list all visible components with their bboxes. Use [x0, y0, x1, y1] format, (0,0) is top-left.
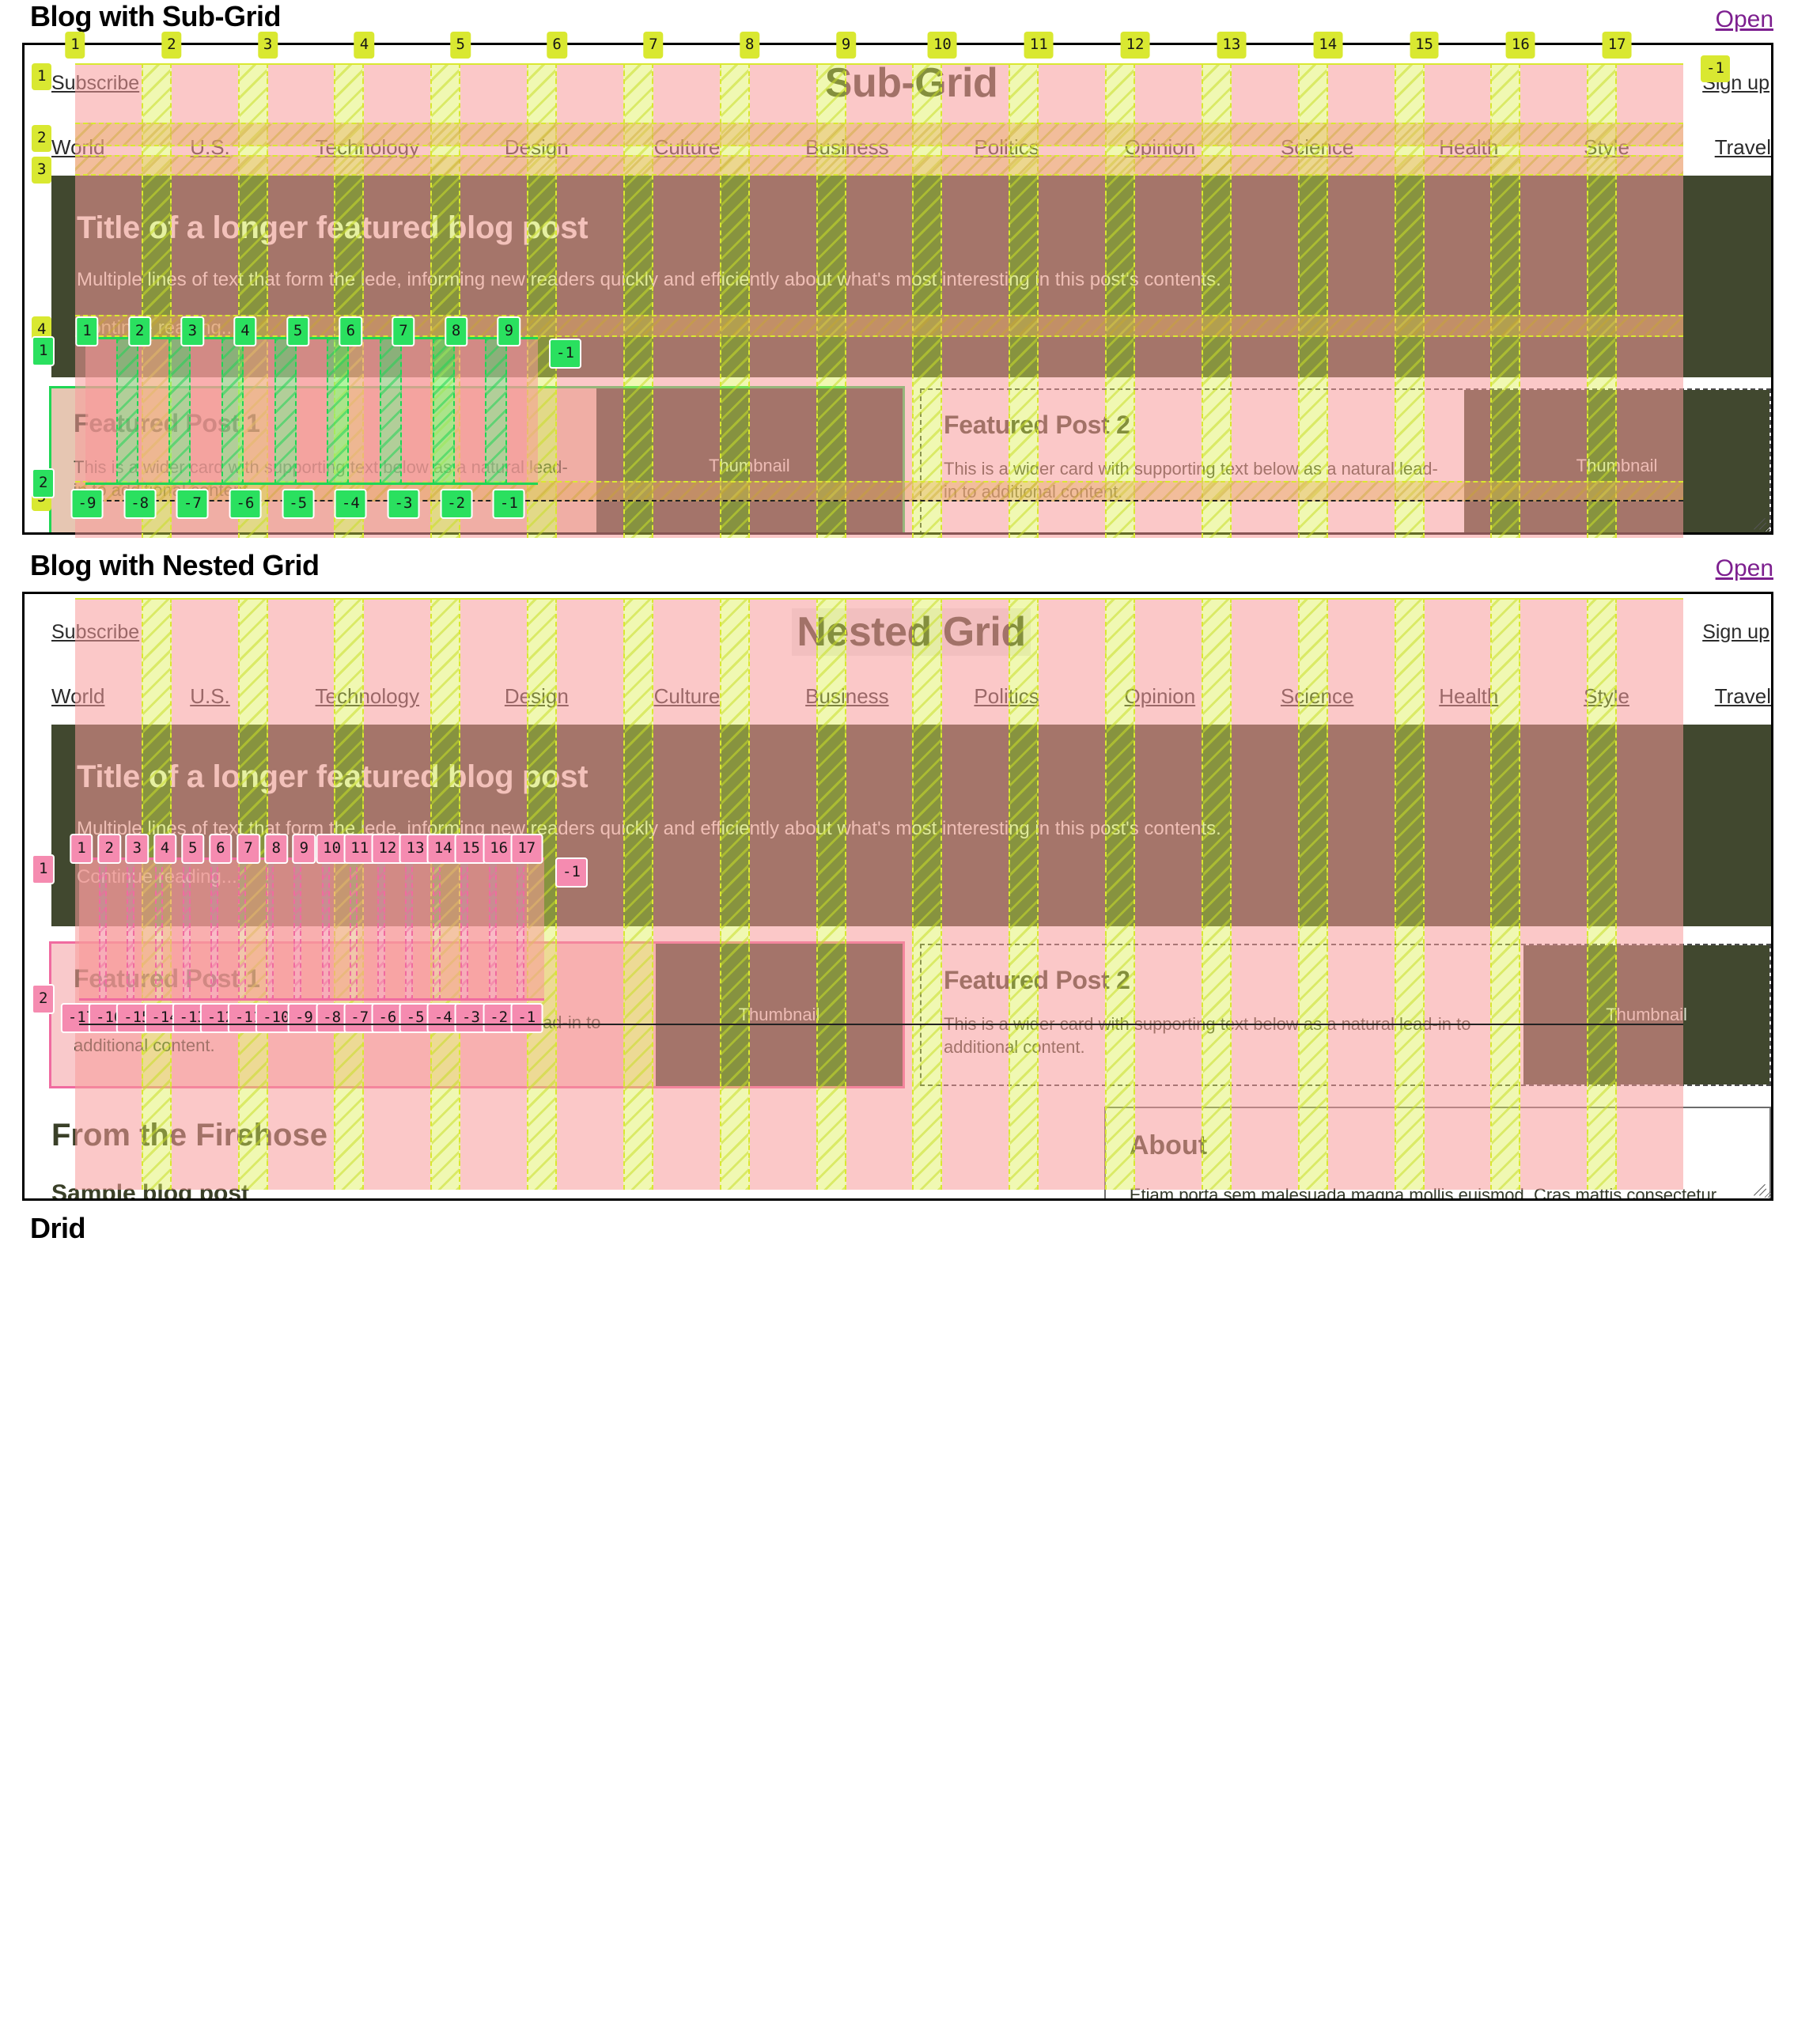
hero-lede-nested: Multiple lines of text that form the led… [77, 818, 1221, 839]
featured-card-1-nested-body: Featured Post 1 This is a wider card wit… [51, 944, 656, 1086]
featured-card-2-text: This is a wider card with supporting tex… [944, 459, 1438, 502]
hero-lede: Multiple lines of text that form the led… [77, 269, 1221, 290]
nav-item-health-nested[interactable]: Health [1439, 684, 1498, 709]
nav-item-politics[interactable]: Politics [974, 135, 1039, 160]
featured-cards: Featured Post 1 This is a wider card wit… [49, 386, 1771, 532]
masthead-nested-left: Subscribe [51, 621, 792, 644]
nav-item-style-nested[interactable]: Style [1584, 684, 1629, 709]
masthead-nested-right: Sign up [1031, 621, 1771, 644]
featured-card-1-nested-text: This is a wider card with supporting tex… [74, 1013, 601, 1056]
featured-card-1-thumbnail: Thumbnail [596, 388, 903, 532]
nav-item-science-nested[interactable]: Science [1281, 684, 1354, 709]
hero-title-nested: Title of a longer featured blog post [77, 759, 589, 794]
nav-item-politics-nested[interactable]: Politics [974, 684, 1039, 709]
open-link-subgrid[interactable]: Open [1716, 6, 1773, 33]
featured-hero: Title of a longer featured blog post Mul… [51, 176, 1771, 377]
blog-title: Sub-Grid [824, 60, 998, 106]
preview-frame-nested[interactable]: Subscribe Nested Grid Sign up World U.S.… [22, 592, 1773, 1201]
nav-item-world[interactable]: World [51, 135, 104, 160]
about-aside-nested: About Etiam porta sem malesuada magna mo… [1103, 1107, 1771, 1201]
featured-card-2-nested-text: This is a wider card with supporting tex… [944, 1014, 1471, 1058]
featured-card-2-title: Featured Post 2 [944, 411, 1130, 439]
featured-card-2-body: Featured Post 2 This is a wider card wit… [922, 390, 1464, 532]
open-link-nested[interactable]: Open [1716, 555, 1773, 582]
section-nested-head: Blog with Nested Grid Open [0, 549, 1794, 582]
hero-continue-reading[interactable]: Continue reading... [77, 317, 1746, 339]
subscribe-link-nested[interactable]: Subscribe [51, 621, 139, 643]
nav-item-culture-nested[interactable]: Culture [654, 684, 721, 709]
hero-continue-reading-nested[interactable]: Continue reading... [77, 866, 1746, 888]
nav-item-style[interactable]: Style [1584, 135, 1629, 160]
page-title-nested: Blog with Nested Grid [30, 549, 320, 581]
nav-item-opinion-nested[interactable]: Opinion [1125, 684, 1196, 709]
featured-card-2-nested-thumbnail: Thumbnail [1523, 945, 1769, 1084]
featured-card-2-thumbnail: Thumbnail [1464, 390, 1769, 532]
category-nav-nested: World U.S. Technology Design Culture Bus… [51, 667, 1771, 725]
section-nested: Blog with Nested Grid Open Subscribe Nes… [0, 549, 1794, 1201]
featured-card-2[interactable]: Featured Post 2 This is a wider card wit… [920, 388, 1771, 532]
nav-item-science[interactable]: Science [1281, 135, 1354, 160]
page-title-third: Drid [30, 1212, 86, 1244]
nav-item-opinion[interactable]: Opinion [1125, 135, 1196, 160]
nav-item-travel-nested[interactable]: Travel [1715, 684, 1771, 709]
nav-item-design[interactable]: Design [505, 135, 569, 160]
nav-item-technology[interactable]: Technology [316, 135, 420, 160]
signup-link[interactable]: Sign up [1702, 72, 1769, 94]
blog-page-subgrid: Subscribe Sub-Grid Sign up World U.S. Te… [25, 45, 1771, 532]
featured-card-1-nested[interactable]: Featured Post 1 This is a wider card wit… [49, 941, 905, 1088]
featured-card-1-text: This is a wider card with supporting tex… [74, 457, 568, 501]
about-text: Etiam porta sem malesuada magna mollis e… [1129, 1185, 1717, 1201]
featured-card-1-nested-thumbnail: Thumbnail [655, 944, 903, 1086]
featured-card-1-nested-title: Featured Post 1 [74, 964, 260, 993]
nav-item-business[interactable]: Business [805, 135, 889, 160]
section-subgrid-head: Blog with Sub-Grid Open [0, 0, 1794, 33]
featured-cards-nested: Featured Post 1 This is a wider card wit… [49, 941, 1771, 1088]
masthead: Subscribe Sub-Grid Sign up [51, 45, 1771, 118]
nav-item-us-nested[interactable]: U.S. [190, 684, 230, 709]
nav-item-travel[interactable]: Travel [1715, 135, 1771, 160]
nav-item-design-nested[interactable]: Design [505, 684, 569, 709]
section-subgrid: Blog with Sub-Grid Open Subscribe Sub-Gr… [0, 0, 1794, 538]
section-third-head: Drid [0, 1212, 1794, 1245]
nav-item-business-nested[interactable]: Business [805, 684, 889, 709]
nav-item-technology-nested[interactable]: Technology [316, 684, 420, 709]
blog-page-nested: Subscribe Nested Grid Sign up World U.S.… [25, 594, 1771, 1201]
nav-item-us[interactable]: U.S. [190, 135, 230, 160]
featured-card-2-nested[interactable]: Featured Post 2 This is a wider card wit… [920, 944, 1771, 1086]
hero-title: Title of a longer featured blog post [77, 210, 589, 245]
featured-card-1-body: Featured Post 1 This is a wider card wit… [51, 388, 596, 532]
main-columns-nested: From the Firehose Sample blog post This … [51, 1107, 1771, 1201]
nav-item-health[interactable]: Health [1439, 135, 1498, 160]
nav-item-world-nested[interactable]: World [51, 684, 104, 709]
about-heading-nested: About [1129, 1130, 1208, 1160]
category-nav: World U.S. Technology Design Culture Bus… [51, 118, 1771, 176]
featured-card-2-nested-body: Featured Post 2 This is a wider card wit… [922, 945, 1523, 1084]
featured-card-2-nested-title: Featured Post 2 [944, 966, 1130, 994]
masthead-right: Sign up [997, 72, 1771, 95]
masthead-left: Subscribe [51, 72, 825, 95]
page-title: Blog with Sub-Grid [30, 0, 281, 32]
firehose-column-nested: From the Firehose Sample blog post This … [51, 1107, 1085, 1201]
featured-card-1[interactable]: Featured Post 1 This is a wider card wit… [49, 386, 905, 532]
subscribe-link[interactable]: Subscribe [51, 72, 139, 94]
featured-card-1-title: Featured Post 1 [74, 409, 260, 437]
blog-title-nested: Nested Grid [792, 608, 1031, 656]
featured-hero-nested: Title of a longer featured blog post Mul… [51, 725, 1771, 926]
masthead-nested: Subscribe Nested Grid Sign up [51, 594, 1771, 667]
signup-link-nested[interactable]: Sign up [1702, 621, 1769, 643]
nav-item-culture[interactable]: Culture [654, 135, 721, 160]
preview-frame-subgrid[interactable]: Subscribe Sub-Grid Sign up World U.S. Te… [22, 43, 1773, 535]
sample-blog-post-heading: Sample blog post [51, 1180, 250, 1201]
firehose-heading-nested: From the Firehose [51, 1118, 327, 1153]
